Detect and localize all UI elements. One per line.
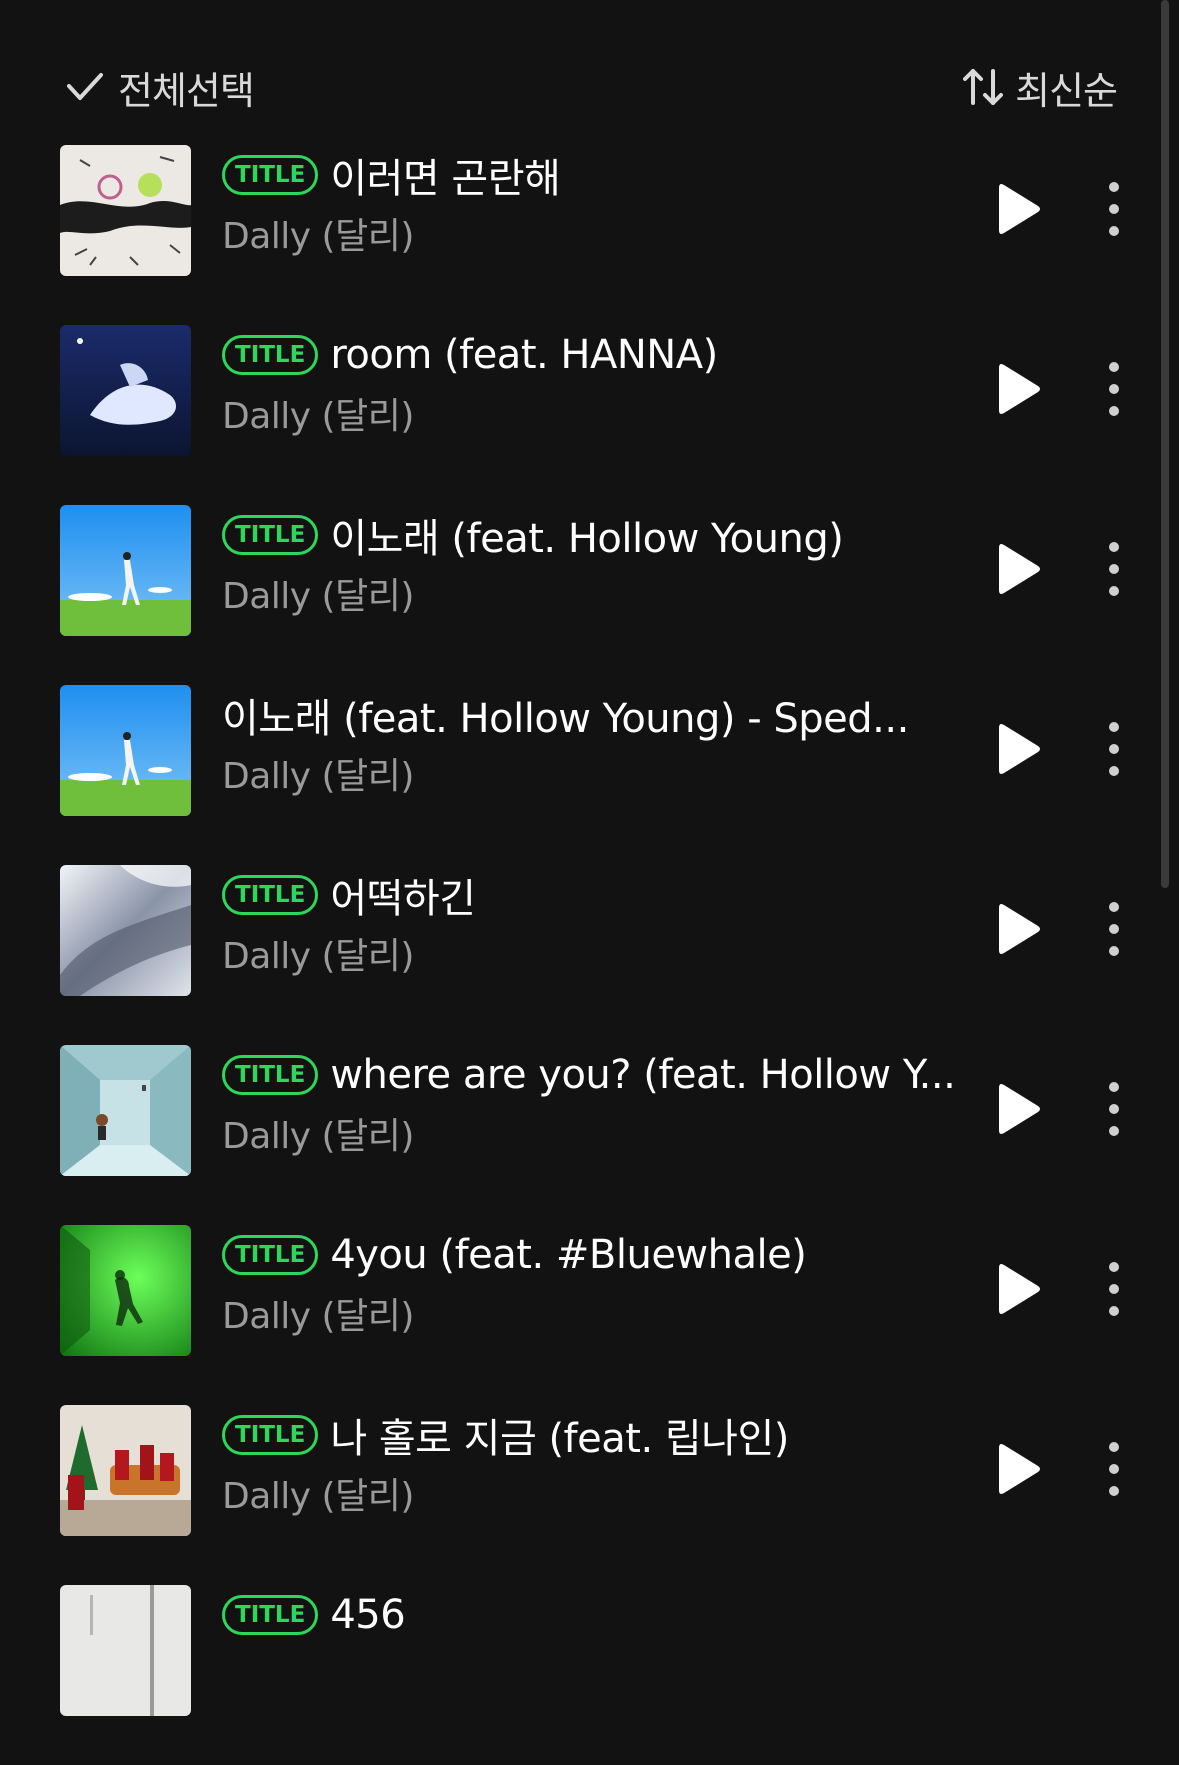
play-icon[interactable]: [994, 359, 1046, 419]
more-options-icon[interactable]: [1094, 179, 1134, 239]
title-badge: TITLE: [222, 335, 319, 375]
list-header: 전체선택 최신순: [0, 52, 1179, 122]
title-badge: TITLE: [222, 1415, 319, 1455]
track-row[interactable]: TITLE 나 홀로 지금 (feat. 립나인) Dally (달리): [0, 1405, 1179, 1585]
title-badge: TITLE: [222, 1595, 319, 1635]
track-artist: Dally (달리): [222, 216, 414, 257]
track-artist: Dally (달리): [222, 1296, 414, 1337]
track-title: where are you? (feat. Hollow Y...: [330, 1052, 956, 1098]
album-art[interactable]: [60, 1045, 191, 1176]
track-title: 456: [330, 1592, 406, 1638]
track-title: 나 홀로 지금 (feat. 립나인): [330, 1416, 789, 1462]
album-art[interactable]: [60, 1405, 191, 1536]
track-artist: Dally (달리): [222, 936, 414, 977]
more-options-icon[interactable]: [1094, 539, 1134, 599]
track-artist: Dally (달리): [222, 576, 414, 617]
track-artist: Dally (달리): [222, 1476, 414, 1517]
album-art[interactable]: [60, 145, 191, 276]
more-options-icon[interactable]: [1094, 1439, 1134, 1499]
more-options-icon[interactable]: [1094, 899, 1134, 959]
track-title: 4you (feat. #Bluewhale): [330, 1232, 807, 1278]
title-badge: TITLE: [222, 1235, 319, 1275]
play-icon[interactable]: [994, 539, 1046, 599]
track-row[interactable]: TITLE 456: [0, 1585, 1179, 1765]
select-all-label: 전체선택: [118, 68, 255, 113]
sort-arrows-icon: [963, 69, 1004, 105]
track-info: TITLE room (feat. HANNA) Dally (달리): [222, 325, 974, 439]
track-row[interactable]: TITLE room (feat. HANNA) Dally (달리): [0, 325, 1179, 505]
track-row[interactable]: TITLE 이노래 (feat. Hollow Young) Dally (달리…: [0, 505, 1179, 685]
title-badge: TITLE: [222, 515, 319, 555]
more-options-icon[interactable]: [1094, 1259, 1134, 1319]
track-title: room (feat. HANNA): [330, 332, 718, 378]
track-title: 이러면 곤란해: [330, 156, 561, 202]
track-row[interactable]: TITLE where are you? (feat. Hollow Y... …: [0, 1045, 1179, 1225]
title-badge: TITLE: [222, 155, 319, 195]
play-icon[interactable]: [994, 1259, 1046, 1319]
track-row[interactable]: TITLE 어떡하긴 Dally (달리): [0, 865, 1179, 1045]
play-icon[interactable]: [994, 1079, 1046, 1139]
scrollbar[interactable]: [1161, 0, 1169, 888]
sort-label: 최신순: [1015, 68, 1118, 113]
play-icon[interactable]: [994, 1439, 1046, 1499]
album-art[interactable]: [60, 1585, 191, 1716]
track-artist: Dally (달리): [222, 396, 414, 437]
album-art[interactable]: [60, 865, 191, 996]
track-title: 어떡하긴: [330, 876, 476, 922]
track-row[interactable]: TITLE 4you (feat. #Bluewhale) Dally (달리): [0, 1225, 1179, 1405]
track-list: TITLE 이러면 곤란해 Dally (달리) TITLE room (fea…: [0, 145, 1179, 1765]
checkmark-icon: [67, 73, 103, 100]
track-info: TITLE 나 홀로 지금 (feat. 립나인) Dally (달리): [222, 1405, 974, 1519]
track-info: TITLE 이노래 (feat. Hollow Young) Dally (달리…: [222, 505, 974, 619]
track-info: TITLE 456: [222, 1585, 974, 1647]
album-art[interactable]: [60, 685, 191, 816]
play-icon[interactable]: [994, 899, 1046, 959]
title-badge: TITLE: [222, 875, 319, 915]
track-title: 이노래 (feat. Hollow Young): [330, 516, 844, 562]
more-options-icon[interactable]: [1094, 1079, 1134, 1139]
title-badge: TITLE: [222, 1055, 319, 1095]
more-options-icon[interactable]: [1094, 719, 1134, 779]
play-icon[interactable]: [994, 179, 1046, 239]
album-art[interactable]: [60, 1225, 191, 1356]
track-info: TITLE 4you (feat. #Bluewhale) Dally (달리): [222, 1225, 974, 1339]
track-row[interactable]: TITLE 이러면 곤란해 Dally (달리): [0, 145, 1179, 325]
play-icon[interactable]: [994, 719, 1046, 779]
track-artist: Dally (달리): [222, 756, 414, 797]
track-info: TITLE 어떡하긴 Dally (달리): [222, 865, 974, 979]
track-artist: Dally (달리): [222, 1116, 414, 1157]
sort-button[interactable]: 최신순: [963, 62, 1118, 113]
select-all-button[interactable]: 전체선택: [66, 62, 255, 113]
album-art[interactable]: [60, 325, 191, 456]
track-info: TITLE 이러면 곤란해 Dally (달리): [222, 145, 974, 259]
more-options-icon[interactable]: [1094, 359, 1134, 419]
track-info: 이노래 (feat. Hollow Young) - Sped... Dally…: [222, 685, 974, 799]
album-art[interactable]: [60, 505, 191, 636]
track-row[interactable]: 이노래 (feat. Hollow Young) - Sped... Dally…: [0, 685, 1179, 865]
track-info: TITLE where are you? (feat. Hollow Y... …: [222, 1045, 974, 1159]
track-title: 이노래 (feat. Hollow Young) - Sped...: [222, 696, 909, 742]
